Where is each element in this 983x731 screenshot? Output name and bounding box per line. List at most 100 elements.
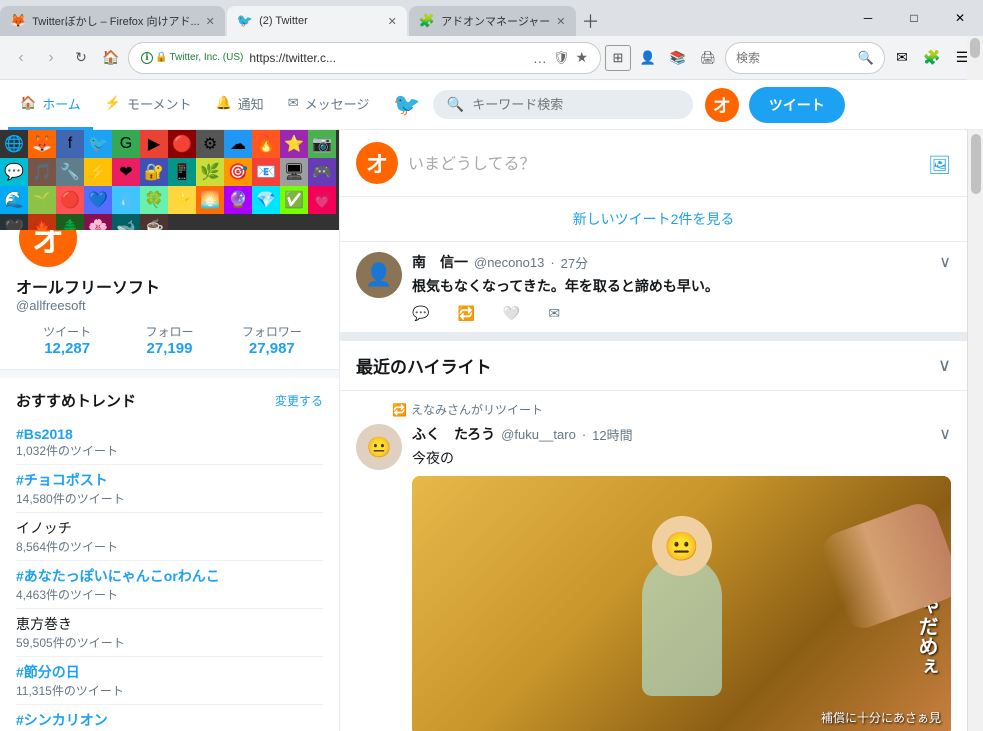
tab-3[interactable]: 🧩 アドオンマネージャー ✕: [409, 6, 576, 36]
trend-count: 14,580件のツイート: [16, 490, 323, 507]
highlight-tweet-name[interactable]: ふく たろう: [412, 424, 495, 444]
twitter-search-box[interactable]: 🔍: [433, 90, 693, 119]
print-icon[interactable]: 🖨: [695, 45, 721, 71]
library-icon[interactable]: 📚: [665, 45, 691, 71]
trend-name: #シンカリオン: [16, 710, 323, 730]
tweet-dot: ·: [550, 255, 554, 270]
trend-count: 59,505件のツイート: [16, 634, 323, 651]
addon-icon[interactable]: 🧩: [919, 45, 945, 71]
retweet-label-text: えなみさんがリツイート: [411, 401, 543, 418]
nav-notifications[interactable]: 🔔 通知: [203, 80, 275, 130]
nav-messages[interactable]: ✉ メッセージ: [276, 80, 382, 130]
highlight-tweet-handle[interactable]: @fuku__taro: [501, 427, 576, 442]
url-more-button[interactable]: …: [533, 50, 547, 66]
search-bar[interactable]: 🔍: [725, 42, 885, 74]
scrollbar: [967, 36, 983, 80]
customize-icon[interactable]: 👤: [635, 45, 661, 71]
compose-box: オ いまどうしてる？ 🖼: [340, 130, 967, 197]
tab3-title: アドオンマネージャー: [441, 13, 550, 29]
moments-icon: ⚡: [105, 95, 121, 111]
scrollbar-thumb[interactable]: [971, 134, 981, 194]
tweet-user-info: 南 信一 @necono13 · 27分: [412, 252, 588, 272]
search-icon: 🔍: [858, 50, 874, 66]
nav-moments[interactable]: ⚡ モーメント: [93, 80, 204, 130]
main-layout: 🌐 🦊 f 🐦 G ▶ 🔴 ⚙ ☁ 🔥 ⭐ 📷 💬 🎵: [0, 130, 983, 731]
trend-item-3[interactable]: #あなたっぽいにゃんこorわんこ 4,463件のツイート: [16, 561, 323, 609]
tweet-name[interactable]: 南 信一: [412, 252, 468, 272]
following-stat[interactable]: フォロー 27,199: [118, 323, 220, 357]
tab1-favicon: 🦊: [10, 13, 26, 29]
url-bar[interactable]: ℹ 🔒 Twitter, Inc. (US) https://twitter.c…: [128, 42, 601, 74]
tab2-close[interactable]: ✕: [388, 15, 397, 28]
tweet-avatar[interactable]: 👤: [356, 252, 402, 298]
trend-item-0[interactable]: #Bs2018 1,032件のツイート: [16, 421, 323, 465]
tweet-text: 根気もなくなってきた。年を取ると諦めも早い。: [412, 276, 951, 297]
tab2-title: (2) Twitter: [259, 15, 382, 27]
new-tab-button[interactable]: ＋: [576, 6, 606, 36]
tweet-button[interactable]: ツイート: [749, 87, 845, 123]
trend-count: 8,564件のツイート: [16, 538, 323, 555]
followers-stat[interactable]: フォロワー 27,987: [221, 323, 323, 357]
nav-notifications-label: 通知: [238, 94, 264, 113]
trends-change-button[interactable]: 変更する: [275, 392, 323, 409]
trend-item-2[interactable]: イノッチ 8,564件のツイート: [16, 513, 323, 561]
trend-item-5[interactable]: #節分の日 11,315件のツイート: [16, 657, 323, 705]
email-icon[interactable]: ✉: [889, 45, 915, 71]
dm-button[interactable]: ✉: [548, 305, 560, 322]
tweet-more-button[interactable]: ∨: [939, 252, 951, 272]
address-bar: ‹ › ↻ 🏠 ℹ 🔒 Twitter, Inc. (US) https://t…: [0, 36, 983, 80]
highlight-tweet: 🔁 えなみさんがリツイート 😐 ふく たろう: [340, 391, 967, 731]
highlight-collapse-button[interactable]: ∨: [938, 355, 951, 376]
profile-info: オ オールフリーソフト @allfreesoft ツイート 12,287 フォロ…: [0, 230, 339, 370]
back-button[interactable]: ‹: [8, 45, 34, 71]
highlight-title: 最近のハイライト: [356, 353, 492, 378]
trends-section: おすすめトレンド 変更する #Bs2018 1,032件のツイート #チョコポス…: [0, 378, 339, 731]
minimize-button[interactable]: ─: [845, 0, 891, 36]
nav-home[interactable]: 🏠 ホーム: [8, 80, 93, 130]
trend-item-4[interactable]: 恵方巻き 59,505件のツイート: [16, 609, 323, 657]
profile-name: オールフリーソフト: [16, 274, 323, 298]
forward-button[interactable]: ›: [38, 45, 64, 71]
tweets-stat[interactable]: ツイート 12,287: [16, 323, 118, 357]
feed: オ いまどうしてる？ 🖼 新しいツイート2件を見る 👤 南 信一: [340, 130, 967, 731]
compose-input[interactable]: いまどうしてる？: [408, 142, 918, 174]
maximize-button[interactable]: □: [891, 0, 937, 36]
page-scrollbar[interactable]: [967, 130, 983, 731]
tweet-actions: 💬 🔁 🤍 ✉: [412, 305, 951, 322]
nav-user-avatar[interactable]: オ: [705, 88, 739, 122]
tab-1[interactable]: 🦊 Twitterぼかし – Firefox 向けアド... ✕: [0, 6, 225, 36]
tweets-value: 12,287: [44, 340, 90, 357]
retweet-button[interactable]: 🔁: [457, 305, 474, 322]
close-button[interactable]: ✕: [937, 0, 983, 36]
reload-button[interactable]: ↻: [68, 45, 94, 71]
tab1-close[interactable]: ✕: [206, 15, 215, 28]
nav-messages-label: メッセージ: [305, 94, 370, 113]
tab3-close[interactable]: ✕: [556, 15, 565, 28]
new-tweets-bar[interactable]: 新しいツイート2件を見る: [340, 197, 967, 242]
trend-name: #あなたっぽいにゃんこorわんこ: [16, 566, 323, 586]
twitter-nav: 🏠 ホーム ⚡ モーメント 🔔 通知 ✉ メッセージ 🐦 🔍: [0, 80, 983, 130]
tweet-handle[interactable]: @necono13: [474, 255, 544, 270]
retweet-label: 🔁 えなみさんがリツイート: [392, 401, 951, 418]
trend-name: #節分の日: [16, 662, 323, 682]
home-button[interactable]: 🏠: [98, 45, 124, 71]
tweet-body: 南 信一 @necono13 · 27分 ∨ 根気もなくなってきた。年を取ると諦…: [412, 252, 951, 322]
highlight-tweet-body: ふく たろう @fuku__taro · 12時間 ∨ 今夜の: [412, 424, 951, 731]
highlight-tweet-more[interactable]: ∨: [939, 424, 951, 444]
twitter-logo: 🐦: [393, 92, 420, 118]
trends-title: おすすめトレンド: [16, 390, 136, 411]
twitter-search-icon: 🔍: [447, 96, 464, 113]
twitter-search-input[interactable]: [472, 97, 679, 112]
compose-image-button[interactable]: 🖼: [928, 155, 951, 176]
reply-button[interactable]: 💬: [412, 305, 429, 322]
like-button[interactable]: 🤍: [503, 305, 520, 322]
tab-switcher-icon[interactable]: ⊞: [605, 45, 631, 71]
search-input[interactable]: [736, 51, 852, 65]
trend-item-6[interactable]: #シンカリオン 11,029件のツイート: [16, 705, 323, 731]
tab-2[interactable]: 🐦 (2) Twitter ✕: [227, 6, 407, 36]
trend-item-1[interactable]: #チョコポスト 14,580件のツイート: [16, 465, 323, 513]
highlight-tweet-avatar[interactable]: 😐: [356, 424, 402, 470]
tweet-card: 👤 南 信一 @necono13 · 27分 ∨: [340, 242, 967, 333]
star-icon[interactable]: ★: [575, 49, 588, 66]
retweet-icon: 🔁: [392, 403, 407, 417]
